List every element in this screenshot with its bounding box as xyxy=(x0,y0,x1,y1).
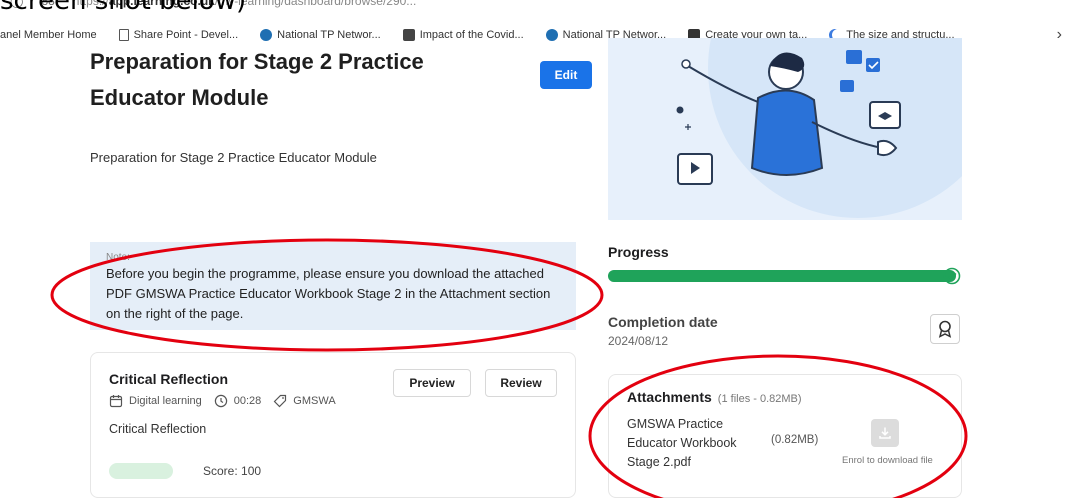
certificate-button[interactable] xyxy=(930,314,960,344)
chevron-right-icon[interactable]: › xyxy=(1057,26,1062,44)
activity-description: Critical Reflection xyxy=(109,422,207,436)
activity-tag: GMSWA xyxy=(293,395,336,407)
download-icon xyxy=(879,427,891,439)
review-button[interactable]: Review xyxy=(485,369,557,397)
note-label: Note: xyxy=(106,252,130,263)
calendar-icon xyxy=(109,395,123,408)
download-note: Enrol to download file xyxy=(842,455,933,466)
download-button[interactable] xyxy=(871,419,899,447)
course-illustration-graphic xyxy=(676,38,962,218)
news-icon xyxy=(402,29,415,41)
progress-label: Progress xyxy=(608,244,669,260)
clock-icon xyxy=(214,394,227,408)
bookmark-item[interactable]: Impact of the Covid... xyxy=(402,29,524,41)
bookmark-item[interactable]: National TP Networ... xyxy=(260,29,381,41)
attachments-card: Attachments (1 files - 0.82MB) GMSWA Pra… xyxy=(608,374,962,498)
course-illustration xyxy=(608,38,962,220)
completion-label: Completion date xyxy=(608,314,718,330)
preview-button[interactable]: Preview xyxy=(393,369,471,397)
note-text: Before you begin the programme, please e… xyxy=(106,266,551,321)
sharepoint-icon xyxy=(545,29,558,41)
attachments-title: Attachments xyxy=(627,389,712,405)
page-title: Preparation for Stage 2 Practice Educato… xyxy=(90,49,424,110)
document-icon xyxy=(118,29,129,41)
activity-card: Critical Reflection Digital learning 00:… xyxy=(90,352,576,498)
progress-bar xyxy=(608,270,956,282)
tag-icon xyxy=(273,394,287,408)
attachment-file-name[interactable]: GMSWA Practice Educator Workbook Stage 2… xyxy=(627,415,757,472)
note-box: Note: Before you begin the programme, pl… xyxy=(90,242,576,330)
document-caption: screen shot below) xyxy=(0,0,247,16)
bookmark-item[interactable]: anel Member Home xyxy=(0,29,97,41)
activity-score: Score: 100 xyxy=(203,464,262,478)
award-icon xyxy=(938,320,952,338)
activity-status-row: Score: 100 xyxy=(109,463,261,479)
bookmark-item[interactable]: Share Point - Devel... xyxy=(118,29,238,41)
sharepoint-icon xyxy=(260,29,273,41)
activity-type: Digital learning xyxy=(129,395,202,407)
attachments-count: (1 files - 0.82MB) xyxy=(717,393,802,405)
attachment-file-size: (0.82MB) xyxy=(771,434,819,446)
activity-duration: 00:28 xyxy=(233,395,262,407)
status-badge xyxy=(109,463,173,479)
check-circle-icon xyxy=(943,267,961,285)
edit-button[interactable]: Edit xyxy=(540,61,592,89)
course-description: Preparation for Stage 2 Practice Educato… xyxy=(90,150,377,165)
progress-bar-fill xyxy=(608,270,956,282)
completion-date: 2024/08/12 xyxy=(608,334,669,348)
